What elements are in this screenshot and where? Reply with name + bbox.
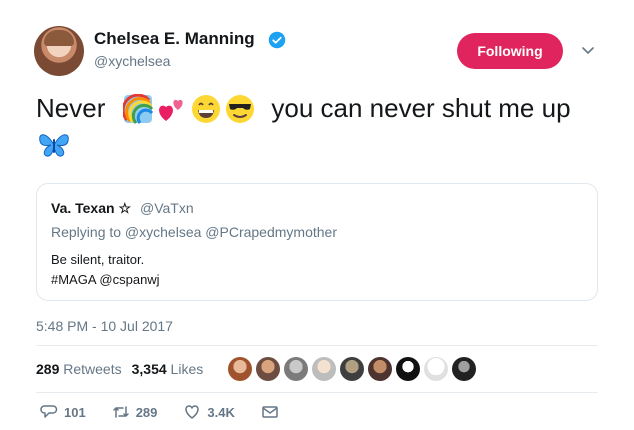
tweet-actions: 101 289 3.4K bbox=[40, 403, 305, 421]
liker-avatar[interactable] bbox=[284, 357, 308, 381]
message-button[interactable] bbox=[261, 403, 279, 421]
quoted-author-handle[interactable]: @VaTxn bbox=[140, 200, 194, 216]
liker-avatar[interactable] bbox=[368, 357, 392, 381]
quoted-replying-to: Replying to @xychelsea @PCrapedmymother bbox=[51, 224, 337, 240]
retweets-stat[interactable]: 289 Retweets bbox=[36, 361, 122, 377]
tweet-text-before: Never bbox=[36, 93, 106, 123]
reply-count: 101 bbox=[64, 404, 86, 420]
reply-button[interactable]: 101 bbox=[40, 403, 86, 421]
divider bbox=[36, 345, 598, 346]
liker-avatar[interactable] bbox=[396, 357, 420, 381]
divider bbox=[36, 392, 598, 393]
author-avatar[interactable] bbox=[34, 26, 84, 76]
retweet-button[interactable]: 289 bbox=[112, 403, 158, 421]
liker-avatar[interactable] bbox=[424, 357, 448, 381]
tweet-text-after: you can never shut me up bbox=[271, 93, 571, 123]
liker-avatar[interactable] bbox=[340, 357, 364, 381]
liker-avatar[interactable] bbox=[228, 357, 252, 381]
tweet-timestamp[interactable]: 5:48 PM - 10 Jul 2017 bbox=[36, 318, 173, 334]
quoted-text-line-2: #MAGA @cspanwj bbox=[51, 272, 160, 287]
liker-avatar[interactable] bbox=[312, 357, 336, 381]
reply-icon bbox=[40, 405, 58, 418]
author-handle[interactable]: @xychelsea bbox=[94, 53, 170, 69]
like-count: 3.4K bbox=[207, 404, 235, 420]
chevron-down-icon[interactable] bbox=[580, 42, 596, 58]
verified-badge-icon bbox=[268, 31, 286, 49]
quoted-tweet[interactable]: Va. Texan ☆ @VaTxn Replying to @xychelse… bbox=[36, 183, 598, 301]
quoted-text-line-1: Be silent, traitor. bbox=[51, 252, 145, 267]
retweet-icon bbox=[112, 406, 129, 418]
retweets-label: Retweets bbox=[63, 361, 122, 377]
quoted-author-name[interactable]: Va. Texan ☆ bbox=[51, 200, 131, 217]
grinning-face-icon bbox=[192, 94, 221, 123]
author-name[interactable]: Chelsea E. Manning bbox=[94, 29, 255, 49]
liker-avatar[interactable] bbox=[452, 357, 476, 381]
two-hearts-icon bbox=[159, 99, 183, 121]
retweets-count: 289 bbox=[36, 361, 60, 377]
rainbow-icon bbox=[123, 93, 154, 124]
heart-icon bbox=[185, 405, 200, 419]
tweet-stats: 289 Retweets 3,354 Likes bbox=[36, 361, 203, 377]
likes-stat[interactable]: 3,354 Likes bbox=[132, 361, 204, 377]
butterfly-icon bbox=[39, 134, 69, 157]
following-button[interactable]: Following bbox=[457, 33, 563, 69]
likes-label: Likes bbox=[170, 361, 204, 377]
retweet-count: 289 bbox=[135, 404, 158, 420]
liker-avatar[interactable] bbox=[256, 357, 280, 381]
sunglasses-face-icon bbox=[226, 94, 255, 123]
likes-count: 3,354 bbox=[131, 361, 167, 377]
like-button[interactable]: 3.4K bbox=[183, 403, 235, 421]
tweet-text: Never you can never shut me up bbox=[36, 93, 571, 124]
liker-avatars bbox=[228, 357, 476, 381]
envelope-icon bbox=[262, 406, 278, 418]
